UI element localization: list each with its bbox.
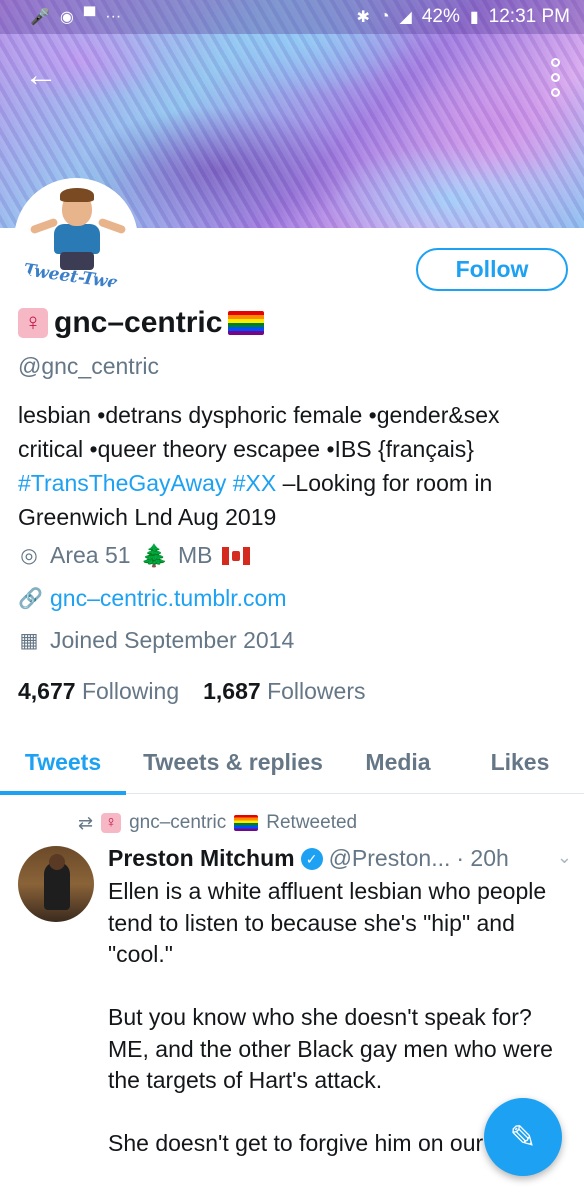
tweet-author-avatar[interactable] (18, 846, 94, 922)
profile-handle: @gnc_centric (18, 353, 159, 379)
compose-tweet-button[interactable]: ✎ (484, 1098, 562, 1176)
avatar-body (54, 224, 100, 254)
chevron-down-icon[interactable]: ⌄ (557, 847, 572, 868)
female-sign-icon: ♀ (18, 308, 48, 338)
hashtag-link[interactable]: #XX (233, 470, 276, 496)
more-dot (550, 73, 560, 82)
canada-flag-icon (222, 546, 251, 565)
location-suffix: MB (177, 542, 213, 568)
following-number: 4,677 (18, 678, 76, 704)
tab-tweets[interactable]: Tweets (0, 730, 126, 795)
retweeted-label: Retweeted (266, 812, 358, 833)
profile-avatar[interactable]: Tweet-Tweet (14, 178, 138, 302)
mic-icon: 🎤 (30, 9, 50, 26)
tweet-paragraph: But you know who she doesn't speak for? … (108, 1004, 553, 1093)
tweet-author-name[interactable]: Preston Mitchum (108, 845, 295, 872)
profile-tabs: Tweets Tweets & replies Media Likes (0, 730, 584, 795)
status-left: 🎤 ◉ ▀ ··· (30, 7, 121, 27)
arrow-left-icon: ← (24, 56, 58, 94)
profile-name: ♀ gnc–centric (18, 306, 265, 340)
location-text: Area 51 (50, 542, 131, 568)
link-icon: 🔗 (18, 588, 43, 610)
avatar-arm (97, 217, 127, 235)
bio-text: lesbian •detrans dysphoric female •gende… (18, 402, 500, 462)
status-right: ✱ ◔ ◢ 42% ▮ 12:31 PM (356, 6, 570, 28)
following-count[interactable]: 4,677 Following (18, 678, 179, 705)
joined-text: Joined September 2014 (50, 627, 295, 653)
tweet-author-handle[interactable]: @Preston... (329, 845, 451, 872)
more-icon: ··· (105, 8, 122, 25)
verified-badge-icon: ✓ (300, 847, 323, 870)
tweet-header: Preston Mitchum ✓ @Preston... · 20h ⌄ (108, 845, 572, 872)
following-label: Following (81, 678, 180, 704)
battery-percent: 42% (421, 6, 460, 27)
rainbow-flag-icon (234, 815, 259, 831)
follow-counts: 4,677 Following 1,687 Followers (18, 678, 365, 705)
retweet-icon: ⇄ (78, 812, 94, 833)
profile-joined: ▦ Joined September 2014 (18, 627, 295, 654)
status-bar: 🎤 ◉ ▀ ··· ✱ ◔ ◢ 42% ▮ 12:31 PM (0, 0, 584, 34)
tweet-paragraph: Ellen is a white affluent lesbian who pe… (108, 878, 547, 967)
followers-number: 1,687 (203, 678, 261, 704)
retweeter-name[interactable]: gnc–centric (129, 812, 226, 834)
account-icon: ◉ (59, 9, 74, 26)
bluetooth-icon: ✱ (356, 9, 370, 26)
evergreen-tree-icon: 🌲 (140, 542, 168, 568)
website-link[interactable]: gnc–centric.tumblr.com (50, 585, 286, 612)
profile-location: ◎ Area 51 🌲 MB (18, 542, 251, 569)
calendar-icon: ▦ (19, 630, 39, 652)
compose-feather-icon: ✎ (509, 1119, 537, 1155)
follow-button[interactable]: Follow (416, 248, 568, 291)
location-pin-icon: ◎ (20, 545, 38, 567)
avatar-hair (60, 188, 94, 202)
wifi-icon: ◔ (379, 8, 390, 25)
display-name: gnc–centric (54, 306, 223, 339)
clock: 12:31 PM (488, 6, 570, 27)
avatar-head (49, 854, 65, 870)
rainbow-flag-icon (228, 311, 265, 335)
female-sign-icon: ♀ (101, 813, 122, 833)
battery-icon: ▮ (469, 9, 479, 26)
retweet-context: ⇄ ♀ gnc–centric Retweeted (78, 812, 357, 834)
chat-icon: ▀ (83, 8, 96, 25)
hashtag-link[interactable]: #TransTheGayAway (18, 470, 226, 496)
tab-tweets-replies[interactable]: Tweets & replies (126, 730, 340, 794)
tab-media[interactable]: Media (340, 730, 456, 794)
followers-label: Followers (267, 678, 366, 704)
more-options-button[interactable] (548, 58, 562, 97)
tweet-time: · 20h (456, 845, 509, 871)
more-dot (550, 58, 560, 67)
back-button[interactable]: ← (24, 58, 58, 92)
profile-website: 🔗 gnc–centric.tumblr.com (18, 585, 286, 612)
signal-icon: ◢ (399, 9, 412, 26)
tab-likes[interactable]: Likes (456, 730, 584, 794)
profile-bio: lesbian •detrans dysphoric female •gende… (18, 398, 568, 534)
followers-count[interactable]: 1,687 Followers (203, 678, 365, 705)
more-dot (550, 88, 560, 97)
